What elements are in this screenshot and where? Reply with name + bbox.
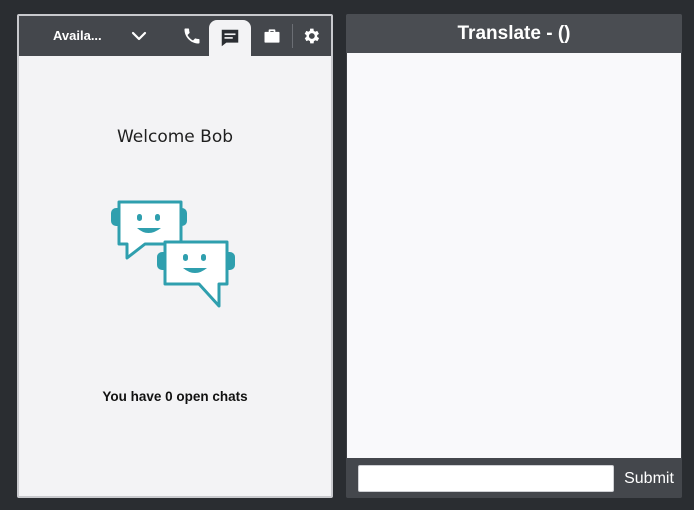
translate-title: Translate - () <box>457 22 571 44</box>
agent-status-dropdown[interactable]: Availa... <box>25 16 177 56</box>
phone-icon <box>184 28 200 44</box>
app-stage: Availa... Welcome Bob You have 0 open ch… <box>0 0 694 510</box>
translate-input[interactable] <box>358 465 614 492</box>
open-chats-count: 0 <box>165 389 173 404</box>
translate-output-area <box>347 53 681 458</box>
briefcase-icon <box>264 29 280 43</box>
submit-button[interactable]: Submit <box>620 466 678 492</box>
chat-bubbles-illustration <box>111 200 235 308</box>
bubble-front-icon <box>157 240 235 308</box>
open-chats-prefix: You have <box>102 389 166 404</box>
contact-control-panel: Availa... Welcome Bob You have 0 open ch… <box>17 14 333 498</box>
gear-icon <box>304 28 320 44</box>
ccp-toolbar: Availa... <box>19 16 331 56</box>
cases-tab[interactable] <box>257 16 287 56</box>
translate-header: Translate - () <box>346 14 682 53</box>
chat-icon <box>221 29 239 47</box>
agent-status-label: Availa... <box>53 28 102 43</box>
settings-tab[interactable] <box>295 16 327 56</box>
chevron-down-icon <box>131 31 147 41</box>
translate-panel: Translate - () Submit <box>346 14 682 498</box>
translate-footer: Submit <box>346 458 682 498</box>
chat-tab[interactable] <box>209 20 251 56</box>
toolbar-divider <box>292 24 293 48</box>
open-chats-summary: You have 0 open chats <box>19 389 331 404</box>
phone-tab[interactable] <box>177 16 207 56</box>
ccp-body: Welcome Bob You have 0 open chats <box>19 56 331 496</box>
welcome-message: Welcome Bob <box>116 127 234 147</box>
open-chats-suffix: open chats <box>172 389 248 404</box>
